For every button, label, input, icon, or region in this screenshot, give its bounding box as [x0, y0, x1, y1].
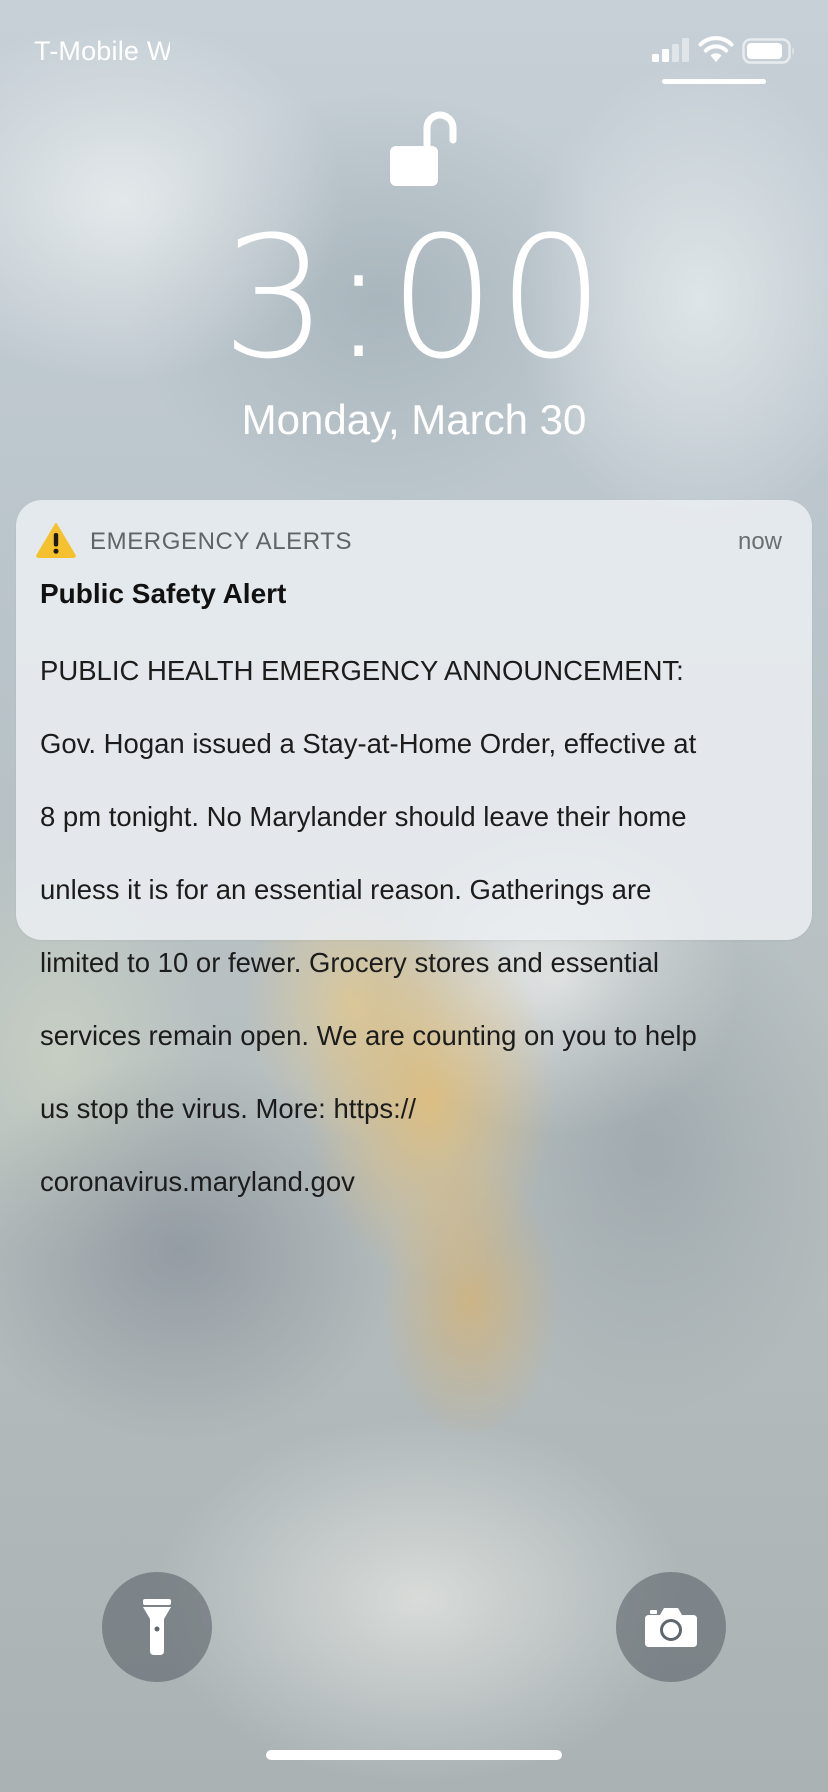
- battery-icon: [742, 38, 794, 64]
- wifi-icon: [698, 36, 734, 62]
- notification-body-line: unless it is for an essential reason. Ga…: [40, 873, 652, 905]
- carrier-name: T-Mobile Wi-Fi: [34, 36, 170, 66]
- home-indicator[interactable]: [266, 1750, 562, 1760]
- notification-body-line: us stop the virus. More: https://: [40, 1092, 416, 1124]
- control-center-indicator[interactable]: [662, 79, 766, 84]
- notification-time: now: [737, 528, 782, 555]
- lock-screen-date: Monday, March 30: [241, 396, 587, 443]
- status-bar: T-Mobile Wi-Fi: [0, 0, 828, 100]
- notification-body-line: limited to 10 or fewer. Grocery stores a…: [40, 946, 660, 978]
- notification-body-line: services remain open. We are counting on…: [40, 1019, 697, 1051]
- warning-triangle-icon: [36, 523, 76, 558]
- notification-body: PUBLIC HEALTH EMERGENCY ANNOUNCEMENT: Go…: [40, 616, 790, 1237]
- notification-title: Public Safety Alert: [40, 578, 287, 609]
- lock-screen-time: 3:00: [221, 200, 607, 396]
- notification-body-line: Gov. Hogan issued a Stay-at-Home Order, …: [40, 727, 697, 759]
- flashlight-icon: [143, 1599, 171, 1655]
- camera-icon: [645, 1608, 697, 1647]
- notification-body-line: coronavirus.maryland.gov: [40, 1165, 355, 1197]
- notification-body-line: 8 pm tonight. No Marylander should leave…: [40, 800, 687, 832]
- notification-body-line: PUBLIC HEALTH EMERGENCY ANNOUNCEMENT:: [40, 654, 684, 686]
- camera-button[interactable]: [616, 1572, 726, 1682]
- notification-app-name: EMERGENCY ALERTS: [90, 528, 353, 555]
- flashlight-button[interactable]: [102, 1572, 212, 1682]
- cellular-signal-icon: [652, 38, 689, 62]
- emergency-alert-notification[interactable]: EMERGENCY ALERTS now Public Safety Alert…: [16, 500, 812, 1197]
- unlocked-padlock-icon: [390, 111, 457, 186]
- notification-header: EMERGENCY ALERTS now: [36, 522, 782, 562]
